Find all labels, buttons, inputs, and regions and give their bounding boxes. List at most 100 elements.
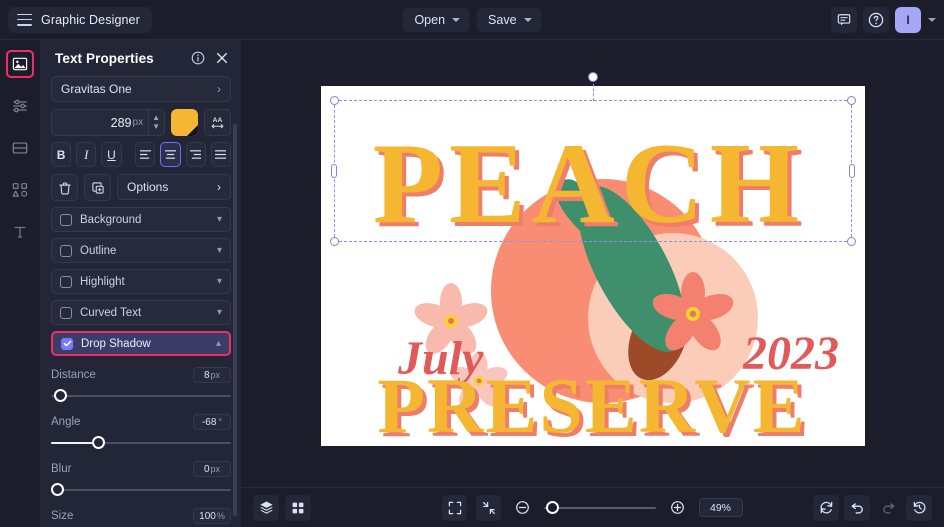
slider-value-unit: % <box>216 511 225 521</box>
history-icon <box>913 501 925 514</box>
trash-icon <box>58 181 71 194</box>
align-justify-button[interactable] <box>210 142 231 167</box>
shapes-icon <box>12 183 28 197</box>
avatar[interactable]: I <box>895 6 921 33</box>
grid-button[interactable] <box>285 494 311 521</box>
handle-top-left[interactable] <box>330 96 339 105</box>
zoom-in-button[interactable] <box>665 495 690 521</box>
reset-button[interactable] <box>813 494 839 521</box>
handle-bottom-left[interactable] <box>330 237 339 246</box>
comment-icon <box>837 13 851 25</box>
font-size-stepper[interactable]: ▲ ▼ <box>148 110 160 135</box>
align-center-button[interactable] <box>160 142 181 167</box>
slider-track[interactable] <box>51 436 231 450</box>
slider-size: Size 100% <box>51 508 231 527</box>
grid-icon <box>292 502 304 513</box>
info-button[interactable] <box>191 51 205 65</box>
align-left-button[interactable] <box>135 142 156 167</box>
font-size-row: 289 px ▲ ▼ AA <box>51 109 231 136</box>
slider-blur: Blur 0 px <box>51 461 231 497</box>
slider-label: Size <box>51 510 74 522</box>
highlight-checkbox[interactable] <box>60 275 72 288</box>
handle-bottom-right[interactable] <box>847 237 856 246</box>
handle-middle-right[interactable] <box>849 164 855 178</box>
zoom-slider-knob[interactable] <box>545 500 559 514</box>
collapse-button[interactable] <box>476 494 501 521</box>
delete-button[interactable] <box>51 174 78 201</box>
italic-button[interactable]: I <box>76 142 97 167</box>
stepper-down-icon[interactable]: ▼ <box>152 123 160 131</box>
rail-item-layout[interactable] <box>6 134 34 162</box>
chevron-right-icon: › <box>217 180 221 194</box>
slider-value-number: -68 <box>201 416 217 428</box>
account-chevron-down-icon[interactable] <box>928 17 936 22</box>
fit-screen-button[interactable] <box>442 494 468 521</box>
align-right-button[interactable] <box>185 142 206 167</box>
duplicate-button[interactable] <box>84 174 111 201</box>
artboard[interactable]: PEACH PEACH July 2023 PRESERVE PRESERVE <box>321 72 865 446</box>
accordion-label: Highlight <box>80 275 125 288</box>
text-icon <box>14 226 26 238</box>
accordion-highlight[interactable]: Highlight ▾ <box>51 269 231 294</box>
panel-header: Text Properties <box>41 40 241 76</box>
layout-icon <box>12 142 28 154</box>
text-properties-panel: Text Properties Gravitas One › 289 px ▲ … <box>41 40 241 527</box>
outline-checkbox[interactable] <box>60 244 72 257</box>
slider-track[interactable] <box>51 483 231 497</box>
svg-text:AA: AA <box>213 117 223 124</box>
bold-button[interactable]: B <box>51 142 72 167</box>
reset-icon <box>820 501 832 514</box>
zoom-slider[interactable] <box>543 500 656 515</box>
help-button[interactable] <box>863 6 889 33</box>
slider-knob[interactable] <box>92 436 105 449</box>
close-icon <box>216 52 228 64</box>
underline-button[interactable]: U <box>101 142 122 167</box>
sliders-icon <box>13 99 27 113</box>
comment-button[interactable] <box>831 6 857 33</box>
accordion-curved-text[interactable]: Curved Text ▾ <box>51 300 231 325</box>
selection-box[interactable] <box>330 72 856 246</box>
background-checkbox[interactable] <box>60 213 72 226</box>
font-family-select[interactable]: Gravitas One › <box>51 76 231 102</box>
top-bar: Graphic Designer Open Save I <box>0 0 944 40</box>
rail-item-image[interactable] <box>6 50 34 78</box>
history-button[interactable] <box>906 494 932 521</box>
save-menu-button[interactable]: Save <box>477 7 541 32</box>
layers-button[interactable] <box>253 494 279 521</box>
drop-shadow-checkbox[interactable] <box>61 337 73 350</box>
check-icon <box>63 340 71 347</box>
zoom-out-button[interactable] <box>510 495 535 521</box>
text-color-swatch[interactable] <box>171 109 198 136</box>
slider-value-unit: px <box>210 370 221 380</box>
accordion-drop-shadow[interactable]: Drop Shadow ▴ <box>51 331 231 356</box>
close-button[interactable] <box>215 51 229 65</box>
canvas-stage[interactable]: PEACH PEACH July 2023 PRESERVE PRESERVE <box>241 40 944 487</box>
zoom-level[interactable]: 49% <box>698 498 743 517</box>
open-menu-button[interactable]: Open <box>403 7 470 32</box>
options-button[interactable]: Options › <box>117 174 231 200</box>
rail-item-adjustments[interactable] <box>6 92 34 120</box>
accordion-background[interactable]: Background ▾ <box>51 207 231 232</box>
redo-button[interactable] <box>875 495 901 521</box>
slider-angle: Angle -68 ° <box>51 414 231 450</box>
accordion-label: Drop Shadow <box>81 337 151 350</box>
slider-knob[interactable] <box>51 483 64 496</box>
stepper-up-icon[interactable]: ▲ <box>152 114 160 122</box>
rail-item-shapes[interactable] <box>6 176 34 204</box>
app-menu-button[interactable]: Graphic Designer <box>8 6 152 33</box>
handle-top-right[interactable] <box>847 96 856 105</box>
rotate-handle[interactable] <box>588 72 598 82</box>
undo-button[interactable] <box>844 494 870 521</box>
font-size-input[interactable]: 289 px ▲ ▼ <box>51 109 165 136</box>
slider-track[interactable] <box>51 389 231 403</box>
curved-text-checkbox[interactable] <box>60 306 72 319</box>
image-icon <box>12 57 28 71</box>
accordion-outline[interactable]: Outline ▾ <box>51 238 231 263</box>
handle-middle-left[interactable] <box>331 164 337 178</box>
chevron-down-icon <box>452 17 461 22</box>
letter-spacing-button[interactable]: AA <box>204 109 231 136</box>
slider-knob[interactable] <box>54 389 67 402</box>
rail-item-text[interactable] <box>6 218 34 246</box>
panel-scrollbar[interactable] <box>233 124 237 516</box>
hamburger-icon[interactable] <box>17 13 32 26</box>
